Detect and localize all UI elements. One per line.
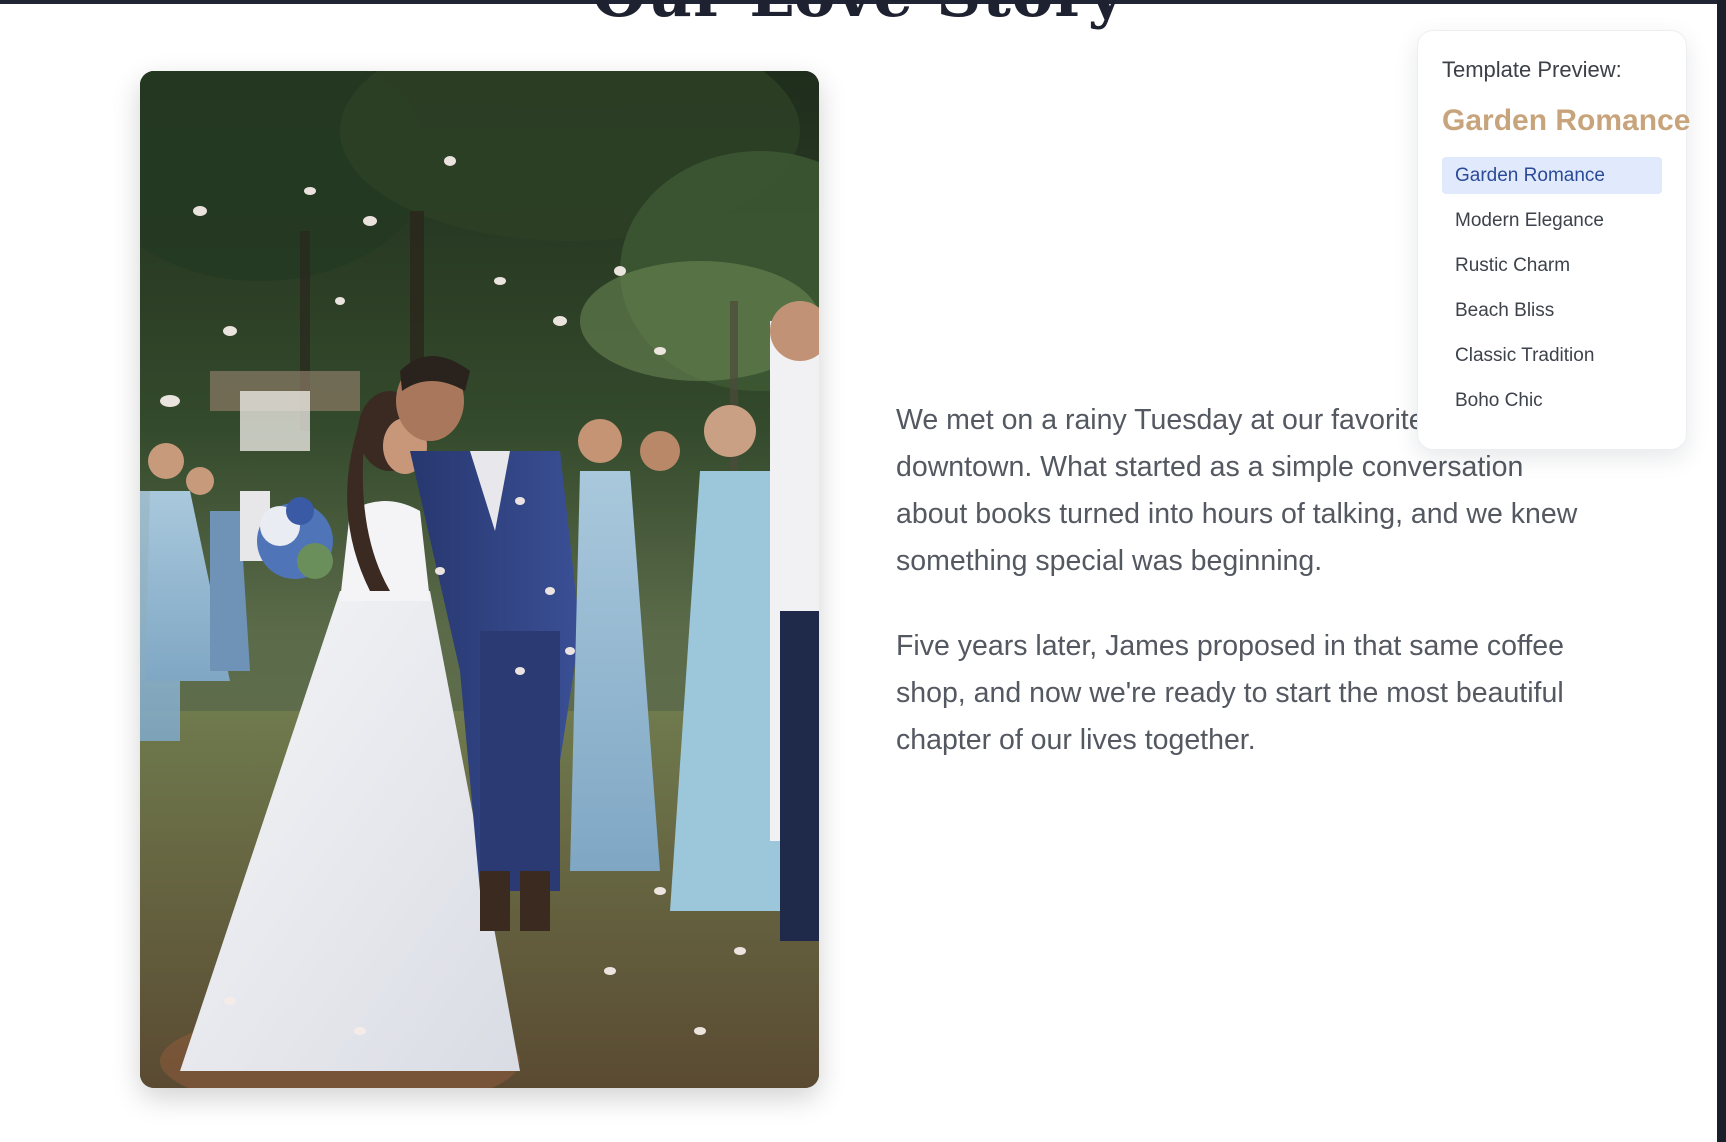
template-option-modern-elegance[interactable]: Modern Elegance [1442,202,1662,239]
story-paragraph: Five years later, James proposed in that… [896,630,1564,756]
template-option-classic-tradition[interactable]: Classic Tradition [1442,337,1662,374]
template-preview-label: Template Preview: [1442,57,1622,82]
section-title: Our Love Story [0,0,1717,30]
couple-photo [140,71,819,1088]
template-option-garden-romance[interactable]: Garden Romance [1442,157,1662,194]
current-template-name: Garden Romance [1442,104,1691,137]
template-option-rustic-charm[interactable]: Rustic Charm [1442,247,1662,284]
wedding-photo-illustration [140,71,819,1088]
template-option-boho-chic[interactable]: Boho Chic [1442,382,1662,419]
template-preview-panel: Template Preview: Garden Romance Garden … [1417,30,1691,450]
template-options-list: Garden Romance Modern Elegance Rustic Ch… [1442,157,1662,419]
window-edge [1717,0,1726,1142]
template-option-beach-bliss[interactable]: Beach Bliss [1442,292,1662,329]
story-text: We met on a rainy Tuesday at our favorit… [896,397,1596,802]
